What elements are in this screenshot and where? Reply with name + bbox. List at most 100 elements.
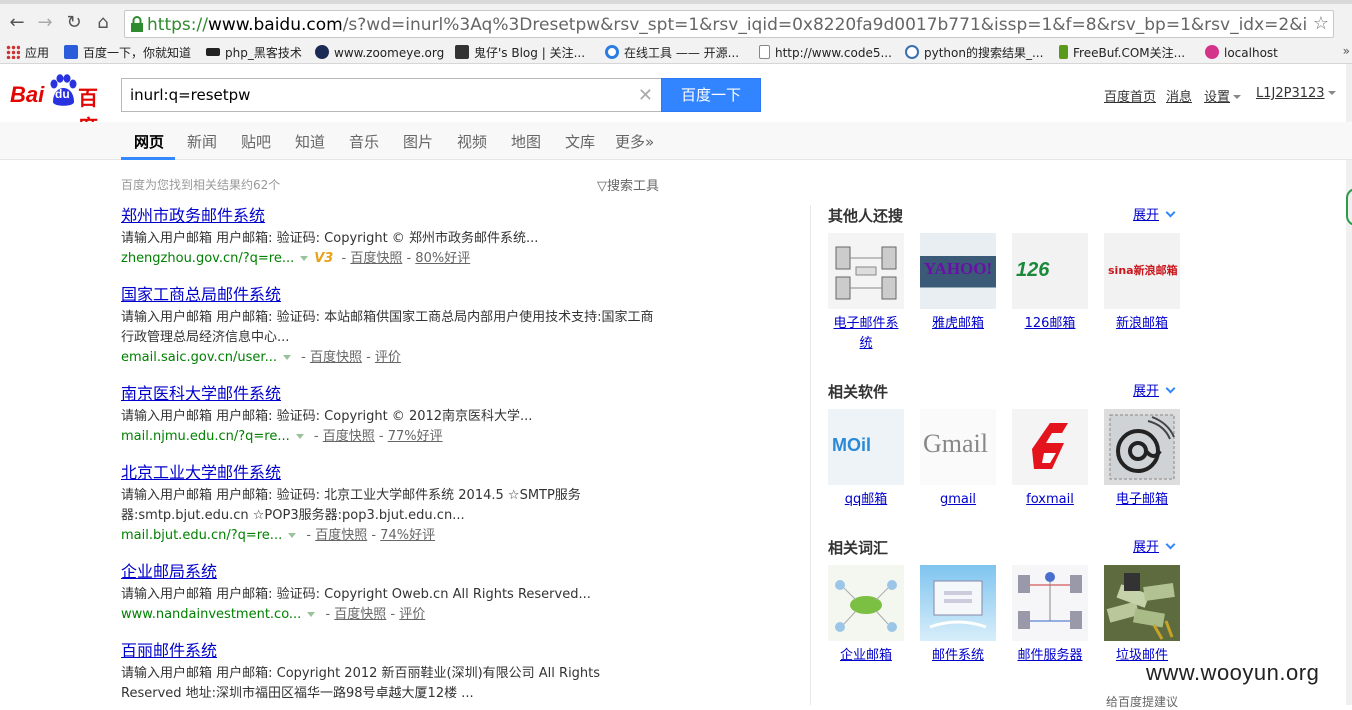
rating-link[interactable]: 评价 — [375, 350, 401, 365]
search-input[interactable] — [130, 79, 630, 111]
result-url[interactable]: email.saic.gov.cn/user... — [121, 350, 277, 365]
related-card[interactable]: 126 126邮箱 — [1012, 233, 1088, 334]
snapshot-link[interactable]: 百度快照 — [323, 429, 375, 444]
forward-arrow-icon[interactable]: → — [34, 12, 56, 34]
result-title[interactable]: 南京医科大学邮件系统 — [121, 384, 661, 404]
result-url[interactable]: zhengzhou.gov.cn/?q=re... — [121, 251, 294, 266]
result-abstract: 请输入用户邮箱 用户邮箱: 验证码: Copyright © 郑州市政务邮件系统… — [121, 231, 539, 246]
search-button[interactable]: 百度一下 — [661, 78, 761, 112]
back-arrow-icon[interactable]: ← — [6, 12, 28, 34]
search-result: 北京工业大学邮件系统 请输入用户邮箱 用户邮箱: 验证码: 北京工业大学邮件系统… — [121, 463, 661, 546]
expand-button[interactable]: 展开 — [1133, 204, 1176, 223]
v3-badge[interactable]: V3 — [314, 251, 333, 266]
tab-wenku[interactable]: 文库 — [565, 131, 595, 152]
result-meta: mail.bjut.edu.cn/?q=re... - 百度快照 - 74%好评 — [121, 528, 436, 543]
bookmarks-overflow[interactable]: » — [1343, 44, 1350, 58]
result-url[interactable]: mail.njmu.edu.cn/?q=re... — [121, 429, 290, 444]
tab-web[interactable]: 网页 — [134, 131, 164, 152]
apps-grid-icon — [6, 45, 20, 59]
dropdown-arrow-icon[interactable] — [288, 533, 297, 538]
result-url[interactable]: mail.bjut.edu.cn/?q=re... — [121, 528, 282, 543]
column-divider — [810, 205, 811, 705]
result-url[interactable]: www.nandainvestment.co... — [121, 607, 301, 622]
tab-news[interactable]: 新闻 — [187, 131, 217, 152]
url-scheme: https:// — [147, 15, 208, 35]
qq-mail-logo-thumb: MOil — [828, 409, 904, 485]
dropdown-arrow-icon[interactable] — [282, 355, 291, 360]
bookmark-python-search[interactable]: python的搜索结果_... — [905, 44, 1043, 62]
dropdown-arrow-icon[interactable] — [307, 612, 316, 617]
result-title[interactable]: 企业邮局系统 — [121, 562, 661, 582]
settings-menu[interactable]: 设置 — [1204, 86, 1242, 105]
related-card[interactable]: 邮件服务器 — [1012, 565, 1088, 666]
snapshot-link[interactable]: 百度快照 — [334, 607, 386, 622]
bookmark-zoomeye[interactable]: www.zoomeye.org — [315, 44, 444, 62]
related-card[interactable]: 电子邮件系统 — [828, 233, 904, 354]
tab-tieba[interactable]: 贴吧 — [241, 131, 271, 152]
related-card[interactable]: foxmail — [1012, 409, 1088, 510]
rating-link[interactable]: 77%好评 — [388, 429, 443, 444]
bookmark-guizai-blog[interactable]: 鬼仔's Blog | 关注... — [455, 44, 585, 62]
bookmark-baidu[interactable]: 百度一下，你就知道 — [64, 44, 191, 62]
dropdown-arrow-icon[interactable] — [295, 434, 304, 439]
bookmark-localhost[interactable]: localhost — [1205, 44, 1278, 62]
chevron-down-icon — [1165, 383, 1176, 394]
diagram-icon — [835, 246, 897, 300]
address-url[interactable]: https://www.baidu.com/s?wd=inurl%3Aq%3Dr… — [147, 14, 1307, 36]
related-card[interactable]: YAHOO! 雅虎邮箱 — [920, 233, 996, 334]
rating-link[interactable]: 评价 — [399, 607, 425, 622]
related-card[interactable]: Gmail gmail — [920, 409, 996, 510]
related-card[interactable]: 电子邮箱 — [1104, 409, 1180, 510]
related-card[interactable]: sina新浪邮箱 新浪邮箱 — [1104, 233, 1180, 334]
user-menu[interactable]: L1J2P3123 — [1256, 86, 1336, 101]
page-scrollbar[interactable] — [1346, 64, 1352, 705]
bookmark-code5[interactable]: http://www.code5... — [759, 44, 892, 62]
dropdown-arrow-icon[interactable] — [300, 256, 309, 261]
reload-icon[interactable]: ↻ — [63, 12, 85, 34]
tab-more[interactable]: 更多» — [615, 131, 654, 152]
funnel-icon: ▽ — [597, 179, 607, 194]
search-result: 百丽邮件系统 请输入用户邮箱 用户邮箱: Copyright 2012 新百丽鞋… — [121, 641, 661, 704]
feedback-link[interactable]: 给百度提建议 — [1106, 693, 1178, 710]
tab-images[interactable]: 图片 — [403, 131, 433, 152]
tab-video[interactable]: 视频 — [457, 131, 487, 152]
tab-zhidao[interactable]: 知道 — [295, 131, 325, 152]
bookmark-php-hacker[interactable]: php_黑客技术 — [206, 44, 302, 62]
tab-strip[interactable] — [0, 0, 1352, 4]
link-baidu-home[interactable]: 百度首页 — [1104, 86, 1156, 105]
rating-link[interactable]: 74%好评 — [380, 528, 435, 543]
bookmark-star-icon[interactable]: ☆ — [1313, 13, 1329, 34]
rating-link[interactable]: 80%好评 — [415, 251, 470, 266]
result-title[interactable]: 北京工业大学邮件系统 — [121, 463, 661, 483]
bookmark-freebuf[interactable]: FreeBuf.COM关注... — [1059, 44, 1185, 62]
clear-icon[interactable]: ✕ — [638, 85, 653, 106]
snapshot-link[interactable]: 百度快照 — [315, 528, 367, 543]
result-meta: zhengzhou.gov.cn/?q=re... V3 - 百度快照 - 80%… — [121, 251, 471, 266]
expand-button[interactable]: 展开 — [1133, 380, 1176, 399]
feedback-tab[interactable] — [1346, 188, 1352, 226]
address-bar[interactable]: https://www.baidu.com/s?wd=inurl%3Aq%3Dr… — [124, 10, 1334, 38]
home-icon[interactable]: ⌂ — [92, 12, 114, 34]
baidu-logo[interactable]: Bai du 百度 — [10, 74, 114, 139]
search-tools-button[interactable]: ▽搜索工具 — [597, 175, 659, 194]
bookmark-online-tools[interactable]: 在线工具 —— 开源... — [605, 44, 739, 62]
bookmark-apps[interactable]: 应用 — [6, 44, 49, 62]
tab-music[interactable]: 音乐 — [349, 131, 379, 152]
snapshot-link[interactable]: 百度快照 — [310, 350, 362, 365]
tab-map[interactable]: 地图 — [511, 131, 541, 152]
result-title[interactable]: 百丽邮件系统 — [121, 641, 661, 661]
yahoo-logo: YAHOO! — [923, 259, 993, 278]
card-caption: gmail — [939, 492, 977, 507]
related-card[interactable]: 垃圾邮件 — [1104, 565, 1180, 666]
result-title[interactable]: 国家工商总局邮件系统 — [121, 285, 661, 305]
related-card[interactable]: 邮件系统 — [920, 565, 996, 666]
snapshot-link[interactable]: 百度快照 — [350, 251, 402, 266]
related-card[interactable]: MOil qq邮箱 — [828, 409, 904, 510]
result-title[interactable]: 郑州市政务邮件系统 — [121, 206, 661, 226]
bookmark-label: localhost — [1224, 46, 1278, 60]
link-messages[interactable]: 消息 — [1166, 86, 1192, 105]
related-card[interactable]: 企业邮箱 — [828, 565, 904, 666]
bookmark-label: FreeBuf.COM关注... — [1073, 46, 1186, 60]
expand-button[interactable]: 展开 — [1133, 536, 1176, 555]
mail-server-diagram-icon — [1018, 572, 1082, 629]
